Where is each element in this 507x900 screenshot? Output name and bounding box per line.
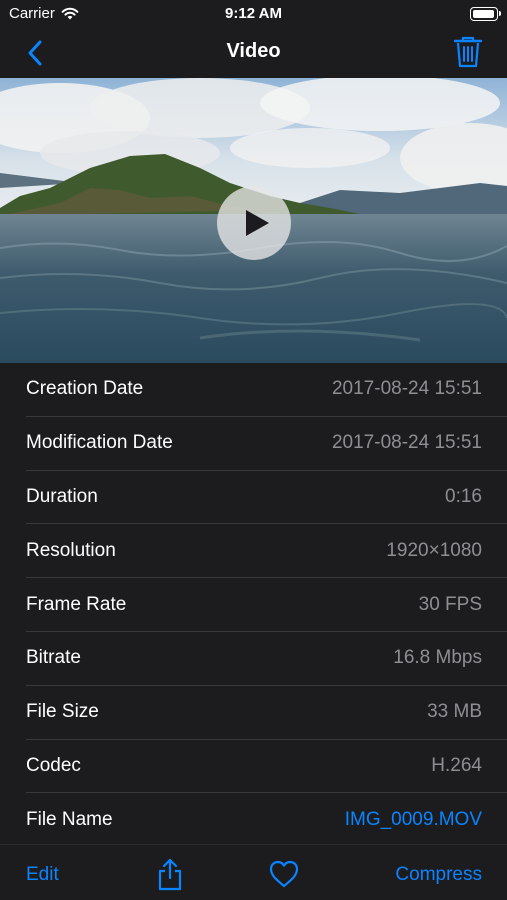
bottom-toolbar: Edit Compress [0, 844, 507, 900]
trash-icon [453, 36, 483, 68]
info-row-duration: Duration 0:16 [26, 471, 507, 525]
info-value: H.264 [431, 754, 482, 776]
status-time: 9:12 AM [225, 5, 282, 22]
info-row-frame-rate: Frame Rate 30 FPS [26, 578, 507, 632]
video-info-list: Creation Date 2017-08-24 15:51 Modificat… [0, 363, 507, 848]
status-bar: Carrier 9:12 AM [0, 0, 507, 28]
battery-fill [473, 10, 494, 18]
info-row-codec: Codec H.264 [26, 740, 507, 794]
info-row-modification-date: Modification Date 2017-08-24 15:51 [26, 417, 507, 471]
play-icon [246, 210, 269, 236]
share-button[interactable] [155, 857, 185, 891]
info-label: Bitrate [26, 647, 81, 669]
share-icon [158, 858, 182, 891]
heart-icon [269, 860, 299, 888]
play-button[interactable] [217, 186, 291, 260]
info-row-creation-date: Creation Date 2017-08-24 15:51 [26, 363, 507, 417]
info-label: Resolution [26, 539, 116, 561]
favorite-button[interactable] [268, 859, 300, 889]
screen: Carrier 9:12 AM Video Creation Date 2017… [0, 0, 507, 900]
info-value: 0:16 [445, 485, 482, 507]
info-value: 1920×1080 [386, 539, 482, 561]
info-row-resolution: Resolution 1920×1080 [26, 524, 507, 579]
info-value: 2017-08-24 15:51 [331, 378, 482, 400]
info-value: 2017-08-24 15:51 [331, 432, 482, 454]
info-value: 33 MB [427, 701, 482, 723]
delete-button[interactable] [453, 35, 483, 69]
nav-bar: Video [0, 28, 507, 78]
info-label: Duration [26, 485, 98, 507]
info-label: Frame Rate [26, 593, 127, 615]
page-title: Video [226, 40, 281, 62]
compress-button[interactable]: Compress [395, 864, 482, 886]
info-row-bitrate: Bitrate 16.8 Mbps [26, 632, 507, 686]
info-row-file-name[interactable]: File Name IMG_0009.MOV [26, 793, 507, 847]
info-value: 16.8 Mbps [393, 647, 482, 669]
info-label: Creation Date [26, 378, 144, 400]
video-preview[interactable] [0, 78, 507, 363]
info-label: File Name [26, 809, 113, 831]
info-value: 30 FPS [418, 593, 482, 615]
file-name-link[interactable]: IMG_0009.MOV [345, 809, 482, 831]
info-label: Modification Date [26, 432, 173, 454]
info-row-file-size: File Size 33 MB [26, 686, 507, 740]
info-label: Codec [26, 754, 81, 776]
info-label: File Size [26, 701, 99, 723]
edit-button[interactable]: Edit [26, 864, 59, 886]
battery-icon [470, 7, 501, 21]
